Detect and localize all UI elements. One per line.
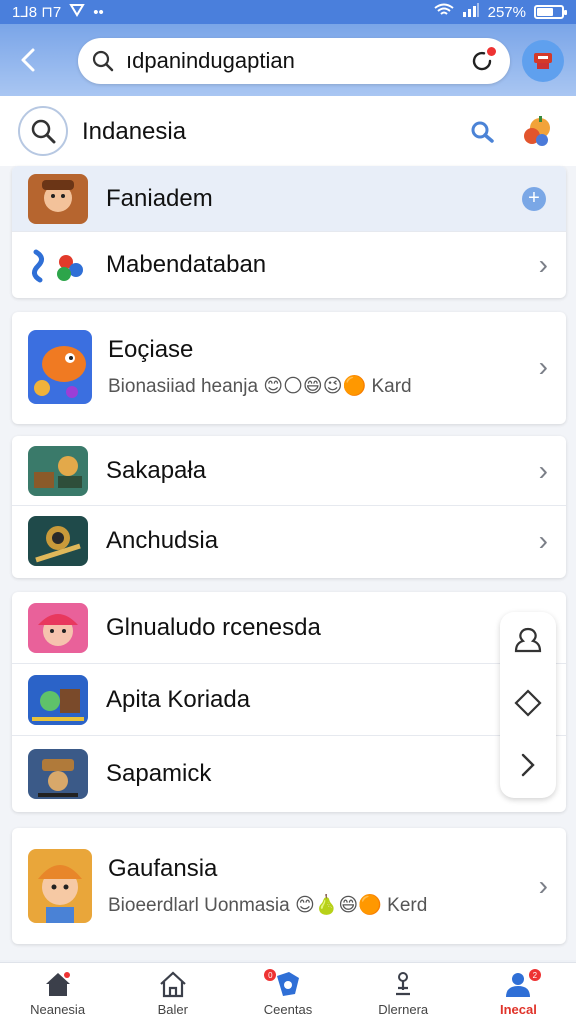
person-pin-icon: [396, 972, 411, 996]
nav-label: Neanesia: [30, 1002, 86, 1017]
more-icon: ••: [93, 3, 104, 21]
diamond-icon[interactable]: [514, 689, 542, 722]
back-button[interactable]: [0, 24, 56, 96]
nav-item-ceentas[interactable]: 0 Ceentas: [230, 963, 345, 1024]
results-card-2: Eoçiase Bionasiiad heanja 😊🌕😄😉🟠 Kard ›: [12, 312, 566, 424]
nav-label: Inecal: [499, 1002, 537, 1017]
circle-search-button[interactable]: [18, 106, 68, 156]
list-item[interactable]: Apita Koriada: [12, 664, 566, 736]
results-card-5: Gaufansia Bioeerdlarl Uonmasia 😊🍐😄🟠 Kerd…: [12, 828, 566, 944]
search-icon: [471, 121, 494, 143]
list-item[interactable]: Mabendataban ›: [12, 232, 566, 298]
nav-label: Ceentas: [263, 1002, 313, 1017]
search-icon: [92, 50, 114, 72]
category-search-row: Indanesia: [0, 96, 576, 166]
item-label: Faniadem: [106, 184, 213, 212]
status-bar: 1⅃8 ⊓7 •• 257%: [0, 0, 576, 24]
app-thumbnail: [28, 240, 88, 290]
add-icon[interactable]: +: [522, 186, 546, 211]
item-label: Anchudsia: [106, 527, 219, 554]
subtitle-text: Bionasiiad heanja: [108, 376, 259, 397]
chevron-right-icon: ›: [538, 351, 548, 382]
bottom-navigation: Neanesia Baler 0 Ceentas Dlernera 2 Inec…: [0, 962, 576, 1024]
app-thumbnail: [28, 749, 88, 799]
list-item[interactable]: Glnualudo rcenesda: [12, 592, 566, 664]
list-item[interactable]: Faniadem +: [12, 166, 566, 232]
app-thumbnail: [28, 173, 88, 224]
list-item[interactable]: Sakapała ›: [12, 436, 566, 506]
app-thumbnail: [28, 516, 88, 566]
floating-action-panel: [500, 612, 556, 798]
category-title: Indanesia: [82, 118, 187, 145]
profile-icon[interactable]: [513, 627, 543, 660]
list-item[interactable]: Eoçiase Bionasiiad heanja 😊🌕😄😉🟠 Kard ›: [12, 312, 566, 422]
list-item[interactable]: Sapamick: [12, 736, 566, 812]
filter-search-button[interactable]: [470, 120, 496, 149]
fruit-icon[interactable]: [520, 114, 554, 148]
notification-icon: [69, 3, 86, 21]
subtitle-suffix: Kerd: [387, 895, 428, 916]
item-label: Sakapała: [106, 456, 207, 484]
back-arrow-icon: [21, 48, 35, 72]
wifi-icon: [434, 3, 454, 21]
chevron-right-icon: ›: [538, 870, 548, 901]
results-content: Indanesia Faniadem + Mabendataban › Eoçi…: [0, 96, 576, 960]
item-label: Apita Koriada: [106, 685, 251, 713]
chevron-right-icon[interactable]: [519, 752, 537, 783]
list-item[interactable]: Gaufansia Bioeerdlarl Uonmasia 😊🍐😄🟠 Kerd…: [12, 828, 566, 944]
app-bar: ıdpanindugaptian: [0, 24, 576, 96]
nav-label: Dlernera: [378, 1002, 429, 1017]
item-label: Sapamick: [106, 760, 212, 787]
item-title: Gaufansia: [108, 855, 218, 882]
emoji-icon: 😊🍐😄🟠: [294, 895, 382, 916]
subtitle-suffix: Kard: [371, 376, 412, 397]
app-thumbnail: [28, 849, 92, 923]
battery-icon: [534, 5, 567, 19]
nav-item-inecal[interactable]: 2 Inecal: [461, 963, 576, 1024]
battery-percent: 257%: [487, 3, 526, 21]
app-thumbnail: [28, 602, 88, 653]
house-outline-icon: [160, 971, 186, 998]
chevron-right-icon: ›: [538, 249, 548, 280]
refresh-badge: [487, 47, 496, 56]
store-button[interactable]: [522, 40, 564, 82]
item-label: Glnualudo rcenesda: [106, 613, 321, 641]
item-subtitle: Bioeerdlarl Uonmasia 😊🍐😄🟠 Kerd: [108, 893, 427, 917]
results-card-1: Faniadem + Mabendataban ›: [12, 166, 566, 298]
chevron-right-icon: ›: [538, 454, 548, 486]
item-label: Mabendataban: [106, 251, 267, 278]
nav-item-baler[interactable]: Baler: [115, 963, 230, 1024]
status-time: 1⅃8 ⊓7: [12, 4, 62, 21]
emoji-icon: 😊🌕😄😉🟠: [263, 376, 367, 397]
item-title: Eoçiase: [108, 336, 194, 363]
nav-item-dlernera[interactable]: Dlernera: [346, 963, 461, 1024]
nav-item-home[interactable]: Neanesia: [0, 963, 115, 1024]
results-card-4: Glnualudo rcenesda Apita Koriada Sapamic…: [12, 592, 566, 812]
item-subtitle: Bionasiiad heanja 😊🌕😄😉🟠 Kard: [108, 374, 412, 398]
shield-icon: [277, 972, 299, 996]
home-icon: [45, 972, 70, 996]
signal-icon: [462, 3, 480, 21]
chevron-right-icon: ›: [538, 525, 548, 556]
refresh-button[interactable]: [468, 47, 496, 75]
store-icon: [534, 53, 552, 69]
subtitle-text: Bioeerdlarl Uonmasia: [108, 895, 290, 916]
app-thumbnail: [28, 330, 92, 404]
search-icon: [31, 119, 56, 144]
app-thumbnail: [28, 445, 88, 496]
results-card-3: Sakapała › Anchudsia ›: [12, 436, 566, 578]
nav-label: Baler: [157, 1002, 188, 1017]
list-item[interactable]: Anchudsia ›: [12, 506, 566, 576]
search-bar[interactable]: ıdpanindugaptian: [78, 38, 510, 84]
app-thumbnail: [28, 674, 88, 725]
search-query[interactable]: ıdpanindugaptian: [126, 48, 468, 74]
notification-badge: 2: [528, 969, 541, 981]
